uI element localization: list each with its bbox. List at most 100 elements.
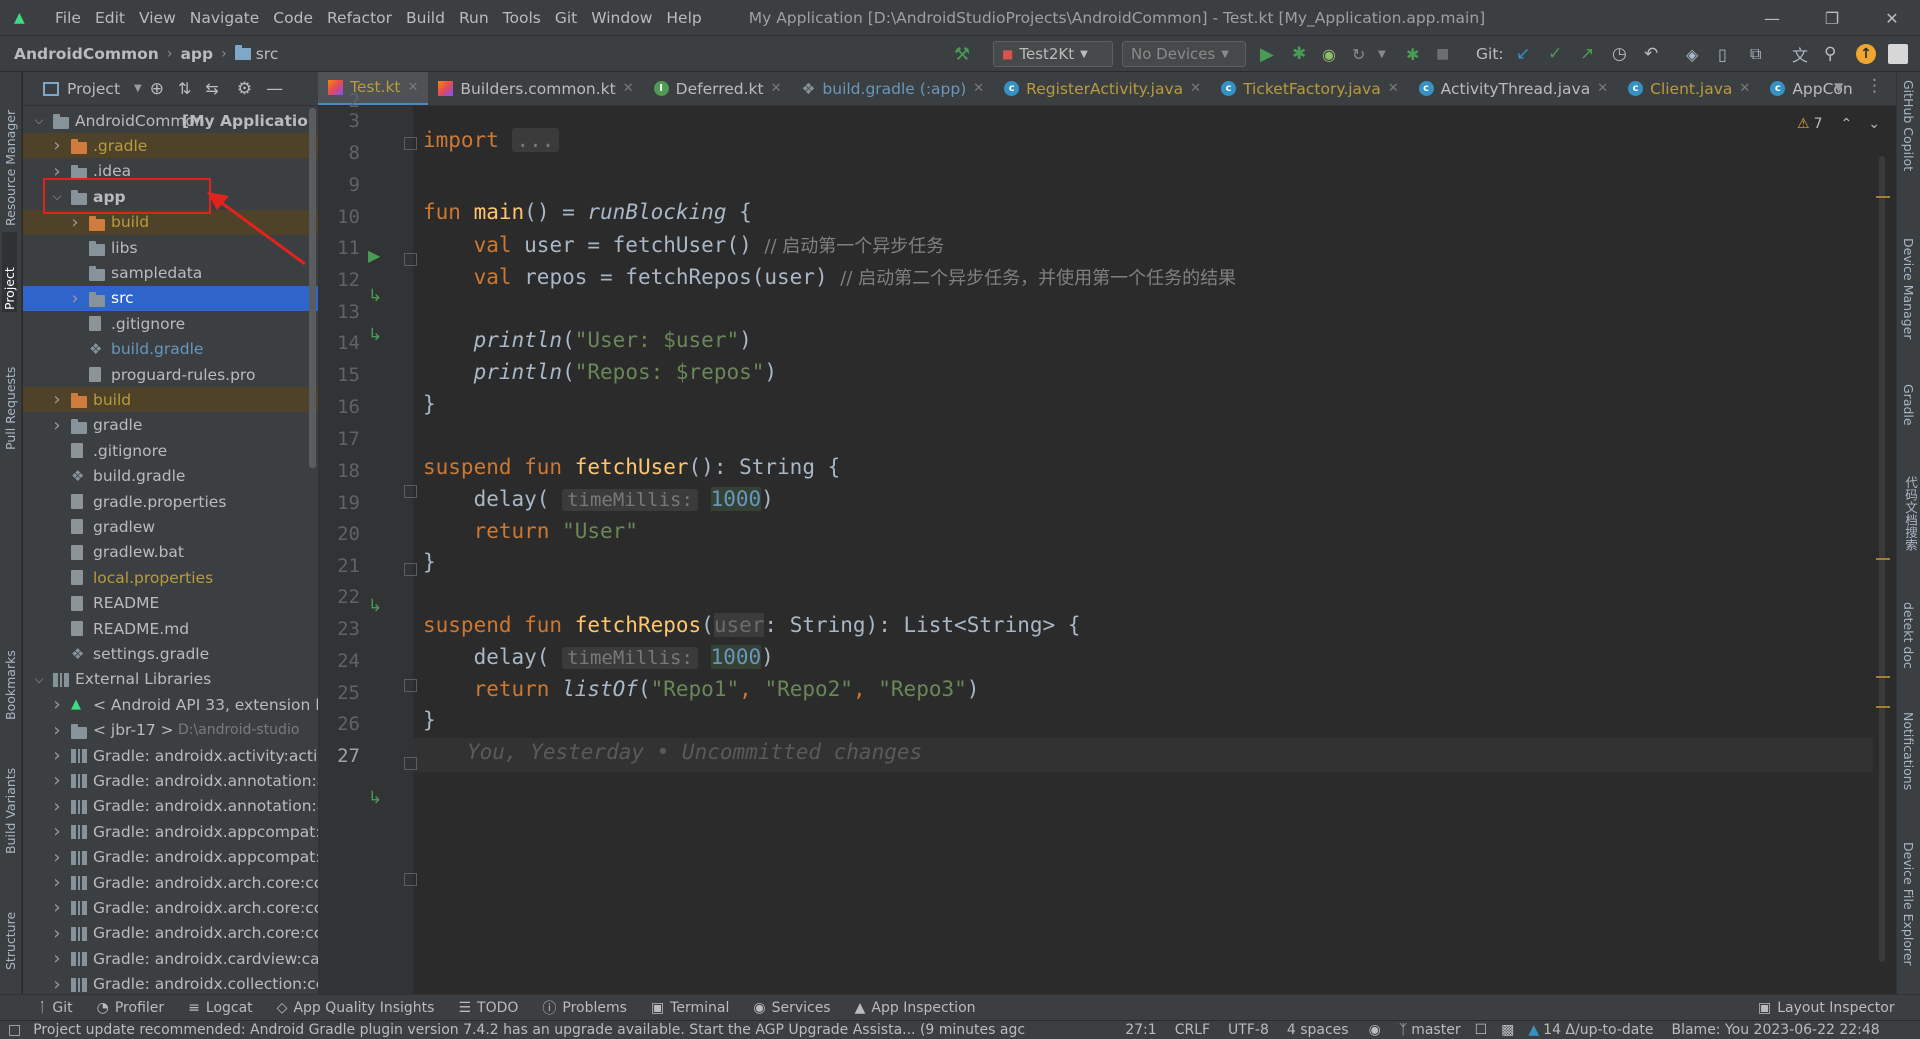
tool-terminal[interactable]: ▣ Terminal xyxy=(639,998,741,1018)
project-panel-title[interactable]: Project xyxy=(67,80,120,98)
run-gutter-icon[interactable]: ▶ xyxy=(368,246,380,265)
status-panel-icon[interactable]: □ xyxy=(8,1022,21,1038)
chevron-right-icon[interactable]: › xyxy=(51,923,63,944)
tree-item[interactable]: › Gradle: androidx.cardview:car xyxy=(23,946,318,971)
chevron-right-icon[interactable]: › xyxy=(51,847,63,868)
device-manager-icon[interactable]: ▯ xyxy=(1718,42,1727,66)
run-icon[interactable]: ▶ xyxy=(1260,42,1274,66)
tree-item[interactable]: ❖ build.gradle xyxy=(23,337,318,362)
gear-icon[interactable]: ⚙ xyxy=(237,79,252,99)
chevron-right-icon[interactable]: › xyxy=(51,796,63,817)
close-tab-icon[interactable]: ✕ xyxy=(1739,81,1750,96)
sync-gradle-icon[interactable]: ◈ xyxy=(1686,42,1698,66)
editor-tab[interactable]: Builders.common.kt ✕ xyxy=(428,72,643,105)
fold-icon[interactable] xyxy=(404,679,417,692)
chevron-right-icon[interactable]: › xyxy=(51,389,63,410)
close-tab-icon[interactable]: ✕ xyxy=(408,80,419,95)
close-tab-icon[interactable]: ✕ xyxy=(1388,81,1399,96)
lock-icon[interactable]: ☐ xyxy=(1475,1022,1488,1038)
tree-item[interactable]: ⌵ AndroidCommon [My Applicatio xyxy=(23,108,318,133)
editor-tab[interactable]: c TicketFactory.java ✕ xyxy=(1211,72,1409,105)
chevron-right-icon[interactable]: › xyxy=(51,415,63,436)
collapse-all-icon[interactable]: ⇆ xyxy=(205,79,218,98)
avatar[interactable] xyxy=(1888,44,1908,64)
chevron-right-icon[interactable]: › xyxy=(51,948,63,969)
tool-git[interactable]: ᛙ Git xyxy=(26,998,85,1018)
tree-item[interactable]: gradle.properties xyxy=(23,489,318,514)
chevron-right-icon[interactable]: › xyxy=(69,288,81,309)
file-encoding[interactable]: UTF-8 xyxy=(1228,1022,1269,1038)
tool-doc-search[interactable]: 代码文档搜索 xyxy=(1901,476,1920,596)
tool-project[interactable]: Project xyxy=(2,232,17,312)
tree-item[interactable]: gradlew xyxy=(23,514,318,539)
menu-window[interactable]: Window xyxy=(584,9,659,27)
sdk-manager-icon[interactable]: ⧉ xyxy=(1750,42,1761,66)
chevron-down-icon[interactable]: ⌵ xyxy=(33,672,45,687)
indent-setting[interactable]: 4 spaces xyxy=(1287,1022,1349,1038)
editor-tab[interactable]: ❖ build.gradle (:app) ✕ xyxy=(792,72,995,105)
menu-run[interactable]: Run xyxy=(452,9,496,27)
restore-icon[interactable]: ❐ xyxy=(1806,0,1858,36)
chevron-right-icon[interactable]: › xyxy=(51,872,63,893)
chevron-right-icon[interactable]: › xyxy=(51,770,63,791)
line-separator[interactable]: CRLF xyxy=(1175,1022,1210,1038)
tree-item[interactable]: › Gradle: androidx.activity:activ xyxy=(23,743,318,768)
tree-item[interactable]: › Gradle: androidx.collection:cc xyxy=(23,972,318,994)
chevron-down-icon[interactable]: ▼ xyxy=(134,83,142,94)
hammer-icon[interactable]: ⚒ xyxy=(954,42,970,66)
git-push-icon[interactable]: ↗ xyxy=(1580,42,1594,66)
menu-refactor[interactable]: Refactor xyxy=(320,9,399,27)
chevron-right-icon[interactable]: › xyxy=(51,897,63,918)
copilot-status-icon[interactable]: ◉ xyxy=(1369,1022,1381,1038)
hide-panel-icon[interactable]: — xyxy=(266,79,283,99)
tool-github-copilot[interactable]: GitHub Copilot xyxy=(1901,80,1916,220)
minimize-icon[interactable]: — xyxy=(1746,0,1798,36)
tool-problems[interactable]: ⓘ Problems xyxy=(530,998,639,1018)
tree-item[interactable]: › Gradle: androidx.annotation:a xyxy=(23,768,318,793)
tree-item[interactable]: › Gradle: androidx.annotation:a xyxy=(23,794,318,819)
fold-icon[interactable] xyxy=(404,137,417,150)
tree-item[interactable]: README xyxy=(23,591,318,616)
chevron-down-icon[interactable]: ⌵ xyxy=(33,113,45,128)
tool-logcat[interactable]: ≡ Logcat xyxy=(176,998,265,1018)
caret-position[interactable]: 27:1 xyxy=(1125,1022,1156,1038)
breadcrumb-item-project[interactable]: AndroidCommon xyxy=(14,45,159,63)
chevron-up-icon[interactable]: ⌃ xyxy=(1840,116,1852,132)
menu-view[interactable]: View xyxy=(132,9,183,27)
tool-resource-manager[interactable]: Resource Manager xyxy=(3,86,18,226)
tree-item[interactable]: › gradle xyxy=(23,413,318,438)
editor-tab[interactable]: c Client.java ✕ xyxy=(1618,72,1760,105)
chevron-right-icon[interactable]: › xyxy=(51,745,63,766)
chevron-right-icon[interactable]: › xyxy=(69,212,81,233)
menu-navigate[interactable]: Navigate xyxy=(183,9,267,27)
fold-icon[interactable] xyxy=(404,757,417,770)
tree-item[interactable]: .gitignore xyxy=(23,438,318,463)
tool-profiler[interactable]: ◔ Profiler xyxy=(85,998,177,1018)
breadcrumb-item-app[interactable]: app xyxy=(180,45,213,63)
tool-gradle[interactable]: Gradle xyxy=(1901,384,1916,464)
tree-item[interactable]: gradlew.bat xyxy=(23,540,318,565)
fold-icon[interactable] xyxy=(404,563,417,576)
git-commit-icon[interactable]: ✓ xyxy=(1548,42,1562,66)
tree-item[interactable]: › src xyxy=(23,285,318,311)
menu-help[interactable]: Help xyxy=(659,9,708,27)
tree-item[interactable]: › < jbr-17 > D:\android-studio xyxy=(23,718,318,743)
chevron-down-icon[interactable]: ⌄ xyxy=(1868,116,1880,132)
tool-app-quality-insights[interactable]: ◇ App Quality Insights xyxy=(265,998,447,1018)
tool-pull-requests[interactable]: Pull Requests xyxy=(3,338,18,450)
search-icon[interactable]: ⚲ xyxy=(1824,42,1836,66)
menu-git[interactable]: Git xyxy=(548,9,584,27)
tree-item[interactable]: README.md xyxy=(23,616,318,641)
menu-file[interactable]: File xyxy=(48,9,88,27)
tree-item[interactable]: › Gradle: androidx.appcompat: xyxy=(23,819,318,844)
tool-todo[interactable]: ☰ TODO xyxy=(446,998,530,1018)
breadcrumb-item-src[interactable]: src xyxy=(256,45,279,63)
coverage-icon[interactable]: ◉ xyxy=(1322,42,1336,66)
chevron-right-icon[interactable]: › xyxy=(51,974,63,994)
tree-item[interactable]: › Gradle: androidx.arch.core:cc xyxy=(23,921,318,946)
tool-structure[interactable]: Structure xyxy=(3,880,18,970)
menu-code[interactable]: Code xyxy=(266,9,320,27)
blame-status[interactable]: Blame: You 2023-06-22 22:48 xyxy=(1671,1022,1879,1038)
tree-item[interactable]: › build xyxy=(23,387,318,413)
editor-tab[interactable]: c ActivityThread.java ✕ xyxy=(1409,72,1618,105)
